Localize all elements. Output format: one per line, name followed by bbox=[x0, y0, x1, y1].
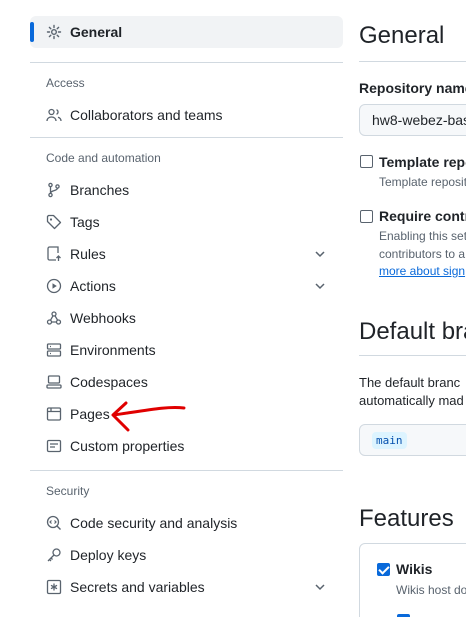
require-signoff-description: contributors to a bbox=[379, 247, 466, 261]
page-title: General bbox=[359, 22, 445, 49]
sidebar-item-label: Environments bbox=[70, 342, 156, 358]
sidebar-item-secrets[interactable]: Secrets and variables bbox=[30, 571, 343, 603]
sidebar-item-label: General bbox=[70, 24, 123, 40]
require-signoff-checkbox[interactable] bbox=[360, 210, 373, 223]
divider bbox=[359, 355, 466, 356]
codescan-icon bbox=[46, 515, 62, 531]
settings-sidebar: General Access Collaborators and teams C… bbox=[30, 16, 343, 603]
sidebar-item-label: Codespaces bbox=[70, 374, 148, 390]
sidebar-item-webhooks[interactable]: Webhooks bbox=[30, 302, 343, 334]
sidebar-item-label: Code security and analysis bbox=[70, 515, 238, 531]
browser-icon bbox=[46, 406, 62, 422]
group-title-code-automation: Code and automation bbox=[46, 151, 161, 165]
default-branch-name: main bbox=[372, 432, 407, 449]
sidebar-item-general[interactable]: General bbox=[30, 16, 343, 48]
gear-icon bbox=[46, 24, 62, 40]
note-icon bbox=[46, 438, 62, 454]
sidebar-item-label: Custom properties bbox=[70, 438, 185, 454]
wikis-description: Wikis host do bbox=[396, 583, 466, 597]
chevron-down-icon[interactable] bbox=[313, 580, 327, 594]
sidebar-item-environments[interactable]: Environments bbox=[30, 334, 343, 366]
tag-icon bbox=[46, 214, 62, 230]
sidebar-item-collaborators[interactable]: Collaborators and teams bbox=[30, 99, 343, 131]
sidebar-item-actions[interactable]: Actions bbox=[30, 270, 343, 302]
template-description: Template reposit bbox=[379, 175, 466, 189]
repo-push-icon bbox=[46, 246, 62, 262]
webhook-icon bbox=[46, 310, 62, 326]
repo-name-input[interactable]: hw8-webez-bas bbox=[359, 104, 466, 136]
divider bbox=[30, 470, 343, 471]
sidebar-item-label: Actions bbox=[70, 278, 116, 294]
sidebar-item-rules[interactable]: Rules bbox=[30, 238, 343, 270]
repo-name-label: Repository name bbox=[359, 80, 466, 96]
divider bbox=[359, 61, 466, 62]
require-signoff-description: Enabling this set bbox=[379, 229, 466, 243]
play-icon bbox=[46, 278, 62, 294]
require-signoff-label: Require contri bbox=[379, 208, 466, 224]
sidebar-item-label: Branches bbox=[70, 182, 130, 198]
divider bbox=[30, 137, 343, 138]
default-branch-title: Default bra bbox=[359, 318, 466, 345]
sidebar-item-tags[interactable]: Tags bbox=[30, 206, 343, 238]
sidebar-item-label: Webhooks bbox=[70, 310, 136, 326]
sidebar-item-label: Tags bbox=[70, 214, 100, 230]
people-icon bbox=[46, 107, 62, 123]
default-branch-description: The default branc bbox=[359, 375, 461, 390]
sidebar-item-deploy-keys[interactable]: Deploy keys bbox=[30, 539, 343, 571]
group-title-security: Security bbox=[46, 484, 90, 498]
codespaces-icon bbox=[46, 374, 62, 390]
sidebar-item-label: Collaborators and teams bbox=[70, 107, 223, 123]
sidebar-item-codespaces[interactable]: Codespaces bbox=[30, 366, 343, 398]
asterisk-box-icon bbox=[46, 579, 62, 595]
default-branch-description: automatically mad bbox=[359, 393, 464, 408]
sidebar-item-label: Secrets and variables bbox=[70, 579, 205, 595]
chevron-down-icon[interactable] bbox=[313, 247, 327, 261]
chevron-down-icon[interactable] bbox=[313, 279, 327, 293]
key-icon bbox=[46, 547, 62, 563]
branch-icon bbox=[46, 182, 62, 198]
default-branch-box: main bbox=[359, 424, 466, 456]
sidebar-item-branches[interactable]: Branches bbox=[30, 174, 343, 206]
template-checkbox[interactable] bbox=[360, 155, 373, 168]
template-label: Template repo bbox=[379, 154, 466, 170]
annotation-arrow bbox=[111, 401, 186, 432]
divider bbox=[30, 62, 343, 63]
sidebar-item-label: Pages bbox=[70, 406, 110, 422]
wikis-label: Wikis bbox=[396, 561, 433, 577]
sidebar-item-label: Rules bbox=[70, 246, 106, 262]
settings-main: General Repository name hw8-webez-bas Te… bbox=[359, 0, 466, 617]
group-title-access: Access bbox=[46, 76, 85, 90]
sidebar-item-code-security[interactable]: Code security and analysis bbox=[30, 507, 343, 539]
features-title: Features bbox=[359, 505, 454, 532]
wikis-checkbox[interactable] bbox=[377, 563, 390, 576]
features-box: Wikis Wikis host do bbox=[359, 543, 466, 617]
server-icon bbox=[46, 342, 62, 358]
learn-more-link[interactable]: more about sign bbox=[379, 264, 465, 278]
sidebar-item-label: Deploy keys bbox=[70, 547, 147, 563]
